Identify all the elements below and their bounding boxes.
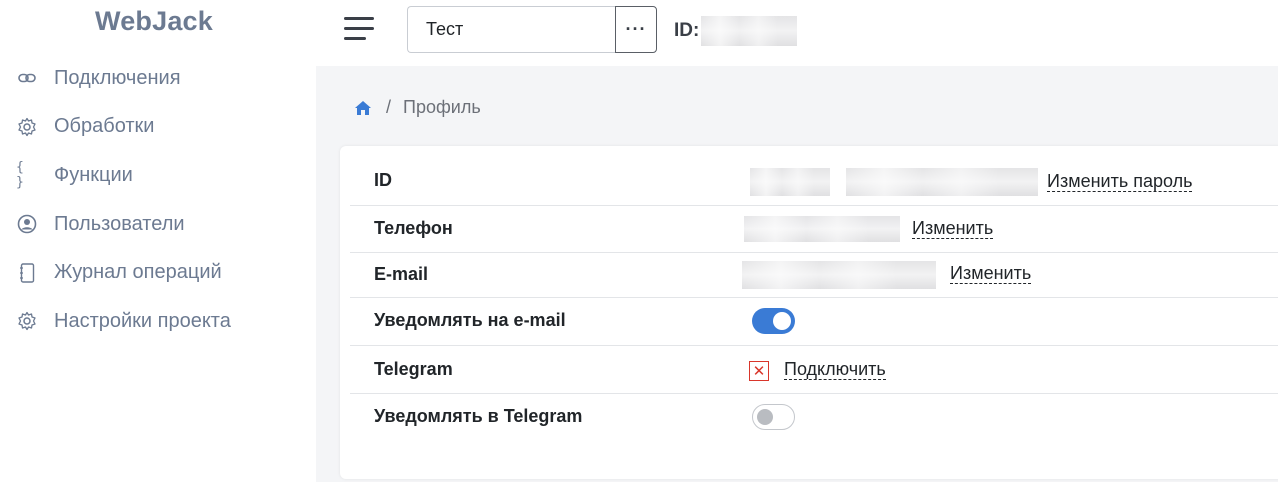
redacted-email (742, 261, 936, 289)
breadcrumb-current: Профиль (403, 97, 481, 117)
row-label: Уведомлять на e-mail (374, 310, 566, 330)
sidebar-item-label: Обработки (54, 115, 155, 138)
sidebar-item-label: Подключения (54, 66, 181, 89)
link-icon (16, 67, 38, 89)
sidebar: WebJack Подключения Обработки { } Функци… (0, 0, 316, 482)
profile-row-id: ID Изменить пароль (350, 158, 1278, 206)
sidebar-item-label: Настройки проекта (54, 309, 231, 332)
sidebar-item-functions[interactable]: { } Функции (0, 151, 316, 200)
gear-icon (16, 116, 38, 138)
profile-row-phone: Телефон Изменить (350, 206, 1278, 253)
user-id-display: ID: (674, 16, 798, 46)
braces-icon: { } (16, 160, 24, 191)
row-label: Телефон (374, 218, 453, 238)
redacted-phone (744, 216, 900, 242)
change-email-link[interactable]: Изменить (950, 263, 1032, 284)
project-selector[interactable]: Тест (407, 6, 615, 53)
sidebar-item-operation-log[interactable]: Журнал операций (0, 248, 316, 297)
app-logo[interactable]: WebJack (95, 6, 213, 37)
profile-row-email: E-mail Изменить (350, 253, 1278, 298)
sidebar-item-label: Журнал операций (54, 261, 222, 284)
change-password-link[interactable]: Изменить пароль (1047, 171, 1193, 192)
project-more-button[interactable]: ··· (615, 6, 657, 53)
profile-row-notify-telegram: Уведомлять в Telegram (350, 394, 1278, 440)
sidebar-item-label: Пользователи (54, 212, 185, 235)
profile-card: ID Изменить пароль Телефон Изменить E-ma… (340, 146, 1278, 479)
redacted-id (701, 16, 798, 46)
profile-row-notify-email: Уведомлять на e-mail (350, 298, 1278, 346)
sidebar-item-label: Функции (54, 163, 133, 186)
sidebar-item-processing[interactable]: Обработки (0, 103, 316, 152)
redacted-id-value (750, 168, 830, 196)
notebook-icon (16, 262, 38, 284)
profile-row-telegram: Telegram ✕ Подключить (350, 346, 1278, 394)
home-icon[interactable] (354, 100, 372, 116)
notify-telegram-toggle[interactable] (752, 404, 795, 430)
connect-telegram-link[interactable]: Подключить (784, 359, 886, 380)
sidebar-nav: Подключения Обработки { } Функции Пользо… (0, 54, 316, 346)
breadcrumb-separator: / (386, 97, 392, 117)
redacted-id-value-2 (846, 168, 1038, 196)
breadcrumb: / Профиль (354, 97, 481, 118)
menu-toggle-icon[interactable] (344, 17, 374, 41)
top-bar: Тест ··· ID: (316, 0, 1278, 66)
sidebar-item-connections[interactable]: Подключения (0, 54, 316, 103)
sidebar-item-project-settings[interactable]: Настройки проекта (0, 297, 316, 346)
row-label: Telegram (374, 359, 453, 379)
change-phone-link[interactable]: Изменить (912, 218, 994, 239)
gear-icon (16, 310, 38, 332)
user-id-label: ID: (674, 20, 700, 41)
sidebar-item-users[interactable]: Пользователи (0, 200, 316, 249)
row-label: Уведомлять в Telegram (374, 406, 583, 426)
x-square-icon: ✕ (749, 361, 769, 381)
main-content: / Профиль ID Изменить пароль Телефон Изм… (316, 66, 1278, 482)
notify-email-toggle[interactable] (752, 308, 795, 334)
row-label: ID (374, 170, 392, 190)
row-label: E-mail (374, 264, 429, 284)
user-circle-icon (16, 213, 38, 235)
